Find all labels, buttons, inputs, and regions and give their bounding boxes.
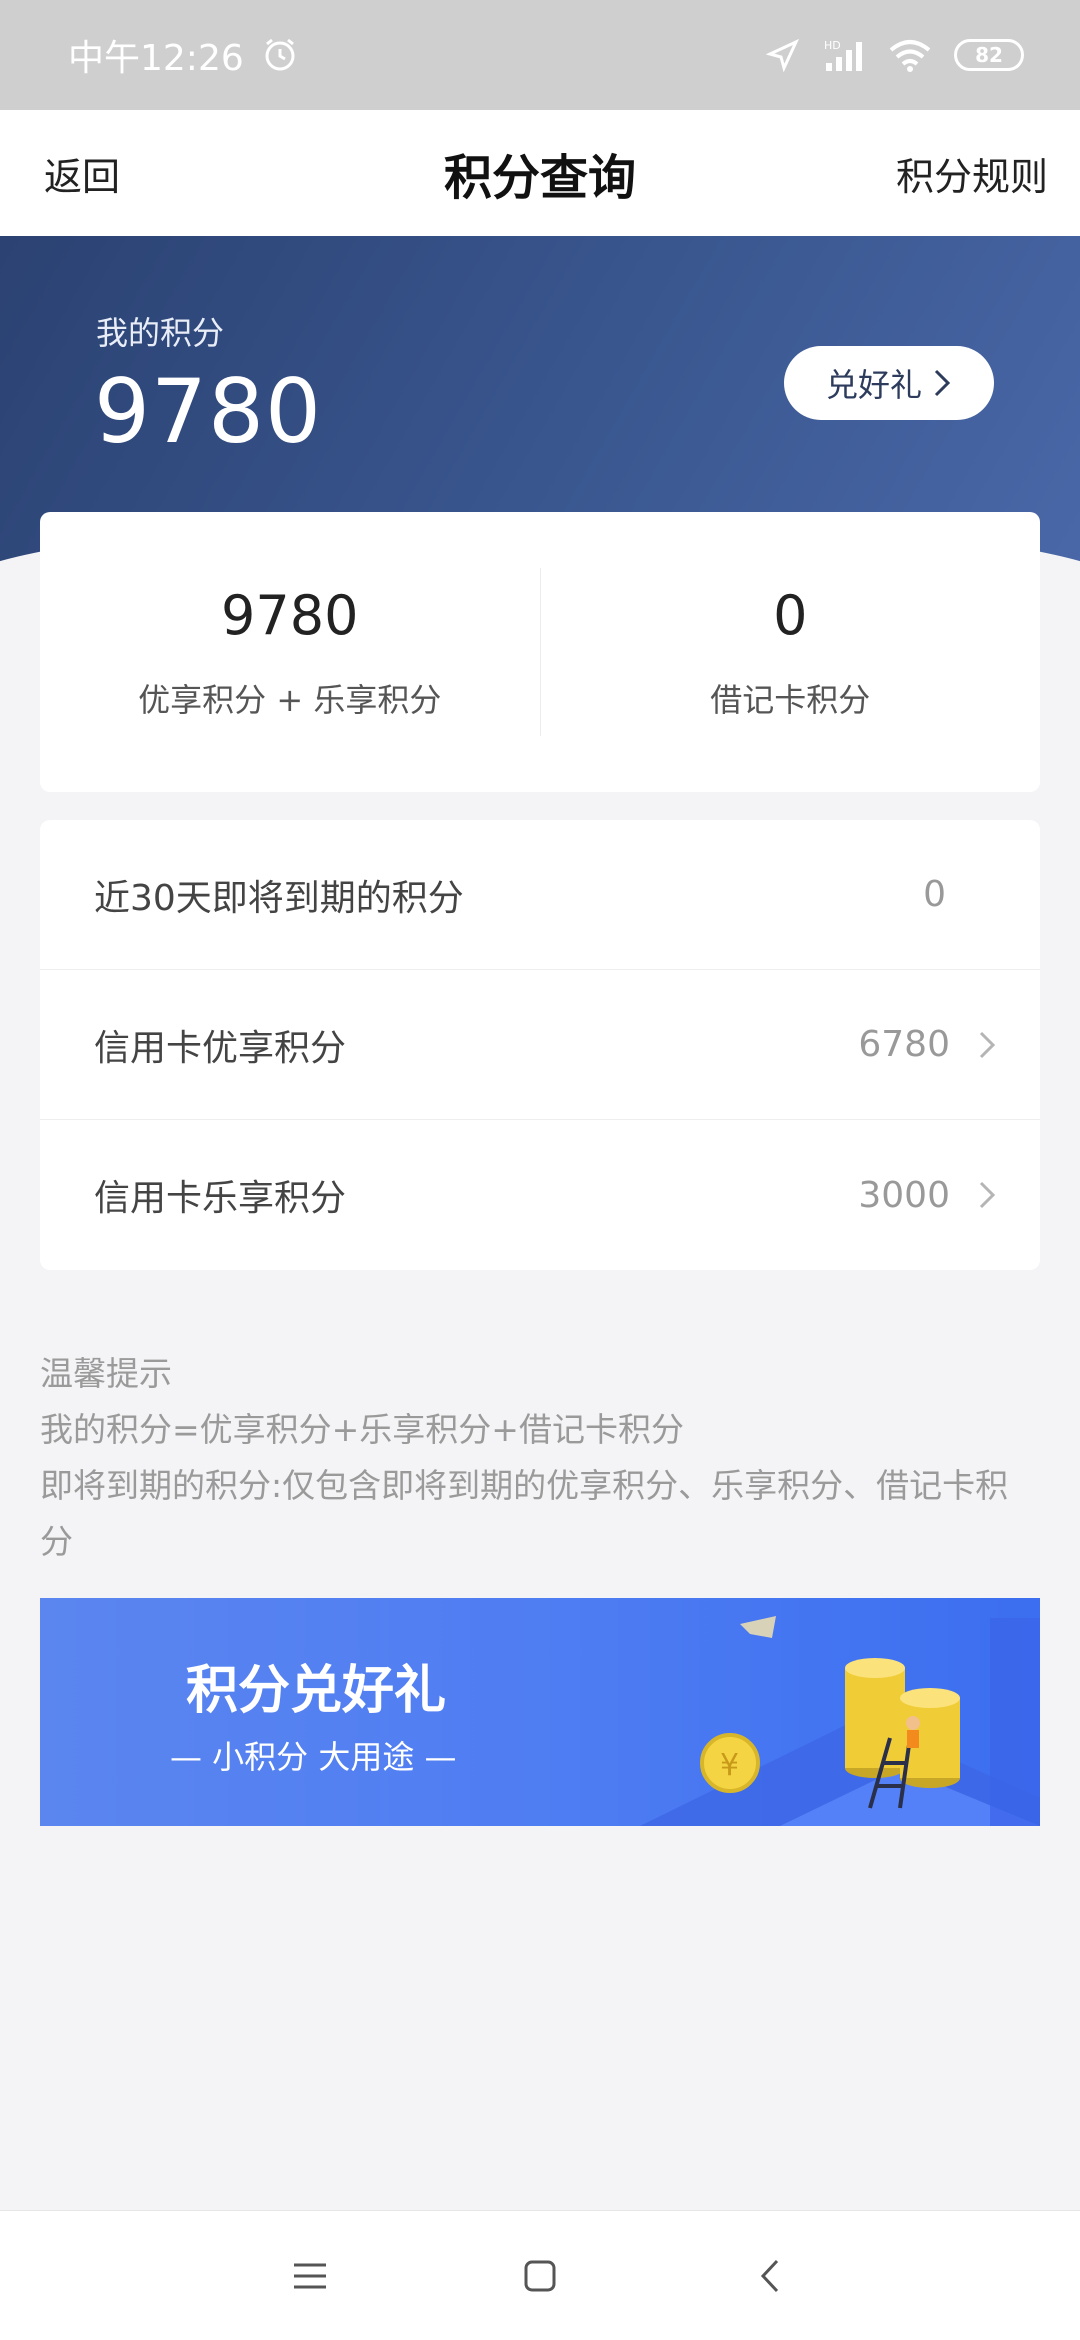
status-time: 中午12:26 xyxy=(68,38,244,79)
list-item-label: 近30天即将到期的积分 xyxy=(94,877,464,919)
credit-premium-points-row[interactable]: 信用卡优享积分 6780 xyxy=(40,970,1040,1120)
system-back-button[interactable] xyxy=(735,2241,805,2311)
coins-illustration: ¥ xyxy=(640,1616,1040,1826)
signal-icon: HD xyxy=(824,39,862,71)
my-points-label: 我的积分 xyxy=(96,314,225,352)
promo-subtitle: — 小积分 大用途 — xyxy=(170,1738,457,1776)
tips-line-1: 我的积分=优享积分+乐享积分+借记卡积分 xyxy=(40,1410,684,1449)
home-square-icon xyxy=(524,2260,556,2291)
redeem-gifts-label: 兑好礼 xyxy=(825,366,922,404)
redeem-gifts-button[interactable]: 兑好礼 xyxy=(784,346,994,420)
status-left: 中午12:26 xyxy=(68,29,298,81)
top-nav-bar: 返回 积分查询 积分规则 xyxy=(0,110,1080,236)
menu-button[interactable] xyxy=(275,2241,345,2311)
status-right: HD 82 xyxy=(766,37,1024,73)
points-detail-list: 近30天即将到期的积分 0 信用卡优享积分 6780 信用卡乐享积分 3000 xyxy=(40,820,1040,1270)
chevron-right-icon xyxy=(934,369,951,397)
credit-points-summary: 9780 优享积分 + 乐享积分 xyxy=(40,512,540,792)
location-arrow-icon xyxy=(766,38,800,72)
credit-points-label: 优享积分 + 乐享积分 xyxy=(138,680,442,719)
back-arrow-icon xyxy=(760,2259,779,2292)
menu-icon xyxy=(294,2263,326,2288)
tips-title: 温馨提示 xyxy=(40,1354,172,1393)
list-item-value: 3000 xyxy=(858,1174,950,1216)
wifi-icon xyxy=(889,40,931,72)
expiring-points-row: 近30天即将到期的积分 0 xyxy=(40,820,1040,970)
promo-title: 积分兑好礼 xyxy=(186,1661,447,1721)
chevron-right-icon xyxy=(979,1181,996,1209)
back-button[interactable]: 返回 xyxy=(44,146,120,201)
chevron-right-icon xyxy=(979,1031,996,1058)
status-bar: 中午12:26 HD 82 xyxy=(0,0,1080,110)
coin-symbol: ¥ xyxy=(720,1748,739,1783)
tips-line-2: 即将到期的积分:仅包含即将到期的优享积分、乐享积分、借记卡积分 xyxy=(40,1466,1009,1561)
points-rules-link[interactable]: 积分规则 xyxy=(896,146,1048,201)
system-navigation-bar xyxy=(0,2210,1080,2340)
list-item-label: 信用卡乐享积分 xyxy=(94,1178,347,1219)
redeem-promo-banner[interactable]: 积分兑好礼 — 小积分 大用途 — ¥ xyxy=(40,1598,1040,1826)
credit-leisure-points-row[interactable]: 信用卡乐享积分 3000 xyxy=(40,1120,1040,1270)
credit-points-value: 9780 xyxy=(221,583,359,647)
battery-level: 82 xyxy=(975,43,1003,67)
debit-points-label: 借记卡积分 xyxy=(710,680,871,719)
list-item-value: 0 xyxy=(923,874,946,915)
tips-section: 温馨提示 我的积分=优享积分+乐享积分+借记卡积分 即将到期的积分:仅包含即将到… xyxy=(40,1346,1040,1570)
debit-points-summary: 0 借记卡积分 xyxy=(541,512,1041,792)
list-item-value: 6780 xyxy=(858,1024,950,1065)
network-badge: HD xyxy=(824,39,841,52)
battery-indicator: 82 xyxy=(954,39,1024,71)
debit-points-value: 0 xyxy=(773,583,808,647)
home-button[interactable] xyxy=(505,2241,575,2311)
alarm-icon xyxy=(265,38,295,71)
my-points-value: 9780 xyxy=(94,360,322,463)
list-item-label: 信用卡优享积分 xyxy=(94,1027,347,1069)
points-summary-card: 9780 优享积分 + 乐享积分 0 借记卡积分 xyxy=(40,512,1040,792)
